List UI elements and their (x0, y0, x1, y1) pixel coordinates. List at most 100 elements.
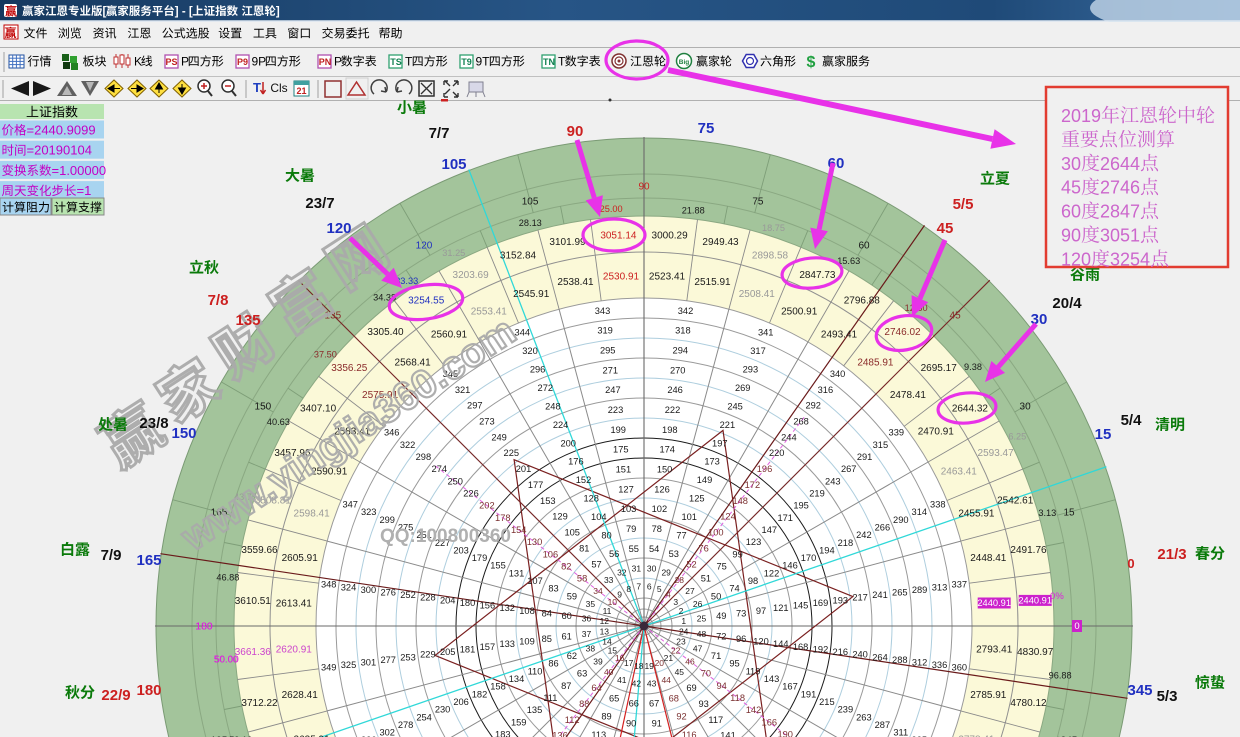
svg-text:196: 196 (757, 464, 773, 474)
svg-text:165: 165 (136, 552, 161, 569)
svg-text:345: 345 (1127, 682, 1152, 699)
svg-text:182: 182 (472, 689, 488, 699)
svg-text:30: 30 (647, 564, 657, 574)
svg-text:43: 43 (647, 679, 657, 689)
svg-text:36: 36 (582, 614, 592, 624)
svg-text:56: 56 (609, 549, 619, 559)
svg-text:292: 292 (805, 401, 821, 411)
svg-text:2785.91: 2785.91 (970, 690, 1007, 701)
svg-text:2593.47: 2593.47 (978, 448, 1015, 459)
svg-text:277: 277 (380, 655, 396, 665)
svg-text:155: 155 (490, 561, 506, 571)
svg-text:83: 83 (548, 584, 558, 594)
svg-text:3305.40: 3305.40 (367, 327, 404, 338)
svg-text:2695.17: 2695.17 (921, 363, 958, 374)
svg-text:3051: 3051 (1100, 226, 1140, 246)
svg-text:49: 49 (716, 611, 726, 621)
svg-text:2542.61: 2542.61 (997, 496, 1034, 507)
svg-text:167: 167 (782, 682, 798, 692)
svg-text:300: 300 (361, 585, 377, 595)
svg-text:2949.43: 2949.43 (702, 237, 739, 248)
svg-text:273: 273 (479, 417, 495, 427)
svg-text:338: 338 (930, 500, 946, 510)
svg-text:254: 254 (416, 712, 432, 722)
svg-text:171: 171 (777, 513, 793, 523)
svg-text:78: 78 (652, 524, 662, 534)
svg-text:12: 12 (600, 616, 610, 626)
svg-text:73: 73 (736, 608, 746, 618)
svg-text:2485.91: 2485.91 (857, 358, 894, 369)
svg-text:270: 270 (670, 365, 686, 375)
svg-text:57: 57 (591, 559, 601, 569)
svg-text:105: 105 (441, 156, 466, 173)
svg-text:65: 65 (609, 693, 619, 703)
svg-text:74: 74 (729, 584, 739, 594)
svg-text:225: 225 (504, 448, 520, 458)
svg-text:247: 247 (605, 385, 621, 395)
svg-text:90: 90 (638, 182, 650, 193)
svg-text:101: 101 (681, 512, 697, 522)
svg-text:120: 120 (1061, 249, 1091, 269)
svg-text:217: 217 (852, 593, 868, 603)
svg-text:195: 195 (793, 501, 809, 511)
svg-text:205: 205 (440, 647, 456, 657)
svg-text:22/9: 22/9 (101, 687, 130, 704)
svg-text:191: 191 (801, 689, 817, 699)
svg-text:198: 198 (662, 425, 678, 435)
svg-text:267: 267 (841, 464, 857, 474)
svg-text:150: 150 (171, 425, 196, 442)
svg-text:23/8: 23/8 (139, 415, 168, 432)
svg-text:3101.99: 3101.99 (549, 237, 586, 248)
svg-text:3610.51: 3610.51 (235, 596, 272, 607)
svg-text:87: 87 (561, 681, 571, 691)
svg-text:199: 199 (610, 425, 626, 435)
svg-text:P: P (181, 55, 189, 69)
svg-text:324: 324 (341, 582, 357, 592)
svg-text:107: 107 (527, 576, 543, 586)
svg-text:42: 42 (632, 679, 642, 689)
svg-text:94: 94 (717, 681, 727, 691)
svg-text:2598.41: 2598.41 (294, 509, 331, 520)
svg-text:239: 239 (838, 705, 854, 715)
svg-text:252: 252 (400, 590, 416, 600)
svg-text:290: 290 (893, 515, 909, 525)
svg-text:179: 179 (472, 553, 488, 563)
svg-text:76: 76 (699, 544, 709, 554)
svg-text:2470.91: 2470.91 (918, 427, 955, 438)
svg-text:15: 15 (1095, 426, 1112, 443)
svg-text:90: 90 (1061, 226, 1081, 246)
svg-text:131: 131 (509, 568, 525, 578)
svg-text:178: 178 (495, 513, 511, 523)
svg-text:173: 173 (704, 457, 720, 467)
svg-text:248: 248 (545, 401, 561, 411)
svg-text:2523.41: 2523.41 (649, 271, 686, 282)
svg-text:325: 325 (341, 660, 357, 670)
svg-text:159: 159 (511, 717, 527, 727)
svg-text:6: 6 (647, 582, 652, 592)
svg-text:1: 1 (681, 616, 686, 626)
svg-text:3051.14: 3051.14 (600, 230, 637, 241)
svg-text:K: K (134, 55, 142, 69)
svg-text:244: 244 (781, 432, 797, 442)
svg-text:51: 51 (701, 574, 711, 584)
svg-text:5/5: 5/5 (953, 196, 974, 213)
svg-text:8: 8 (626, 584, 631, 594)
svg-text:224: 224 (553, 420, 569, 430)
svg-text:153: 153 (540, 496, 556, 506)
svg-text:151: 151 (616, 465, 632, 475)
svg-text:311: 311 (893, 728, 908, 737)
svg-text:93: 93 (699, 699, 709, 709)
svg-text:21.88: 21.88 (682, 205, 705, 215)
svg-text:91: 91 (652, 718, 662, 728)
svg-text:2491.76: 2491.76 (1010, 545, 1047, 556)
svg-text:197: 197 (712, 438, 728, 448)
svg-text:63: 63 (577, 669, 587, 679)
svg-text:245: 245 (727, 401, 743, 411)
svg-text:13: 13 (600, 626, 610, 636)
svg-text:3712.22: 3712.22 (241, 698, 278, 709)
svg-text:2440.91: 2440.91 (977, 598, 1011, 608)
svg-text:230: 230 (435, 705, 451, 715)
svg-text:109: 109 (519, 637, 535, 647)
svg-text:180: 180 (136, 682, 161, 699)
svg-text:PS: PS (165, 57, 177, 67)
